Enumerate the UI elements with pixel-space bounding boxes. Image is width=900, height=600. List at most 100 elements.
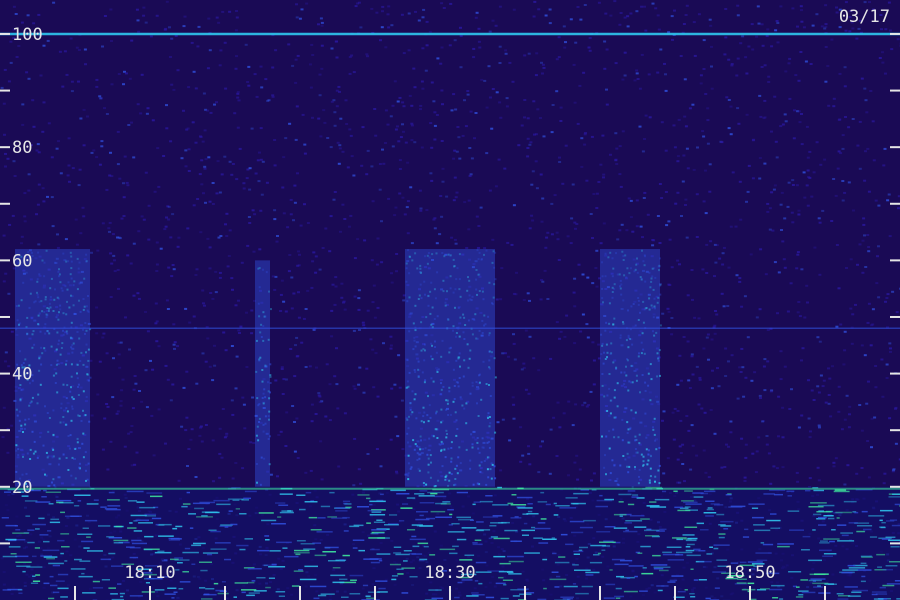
noise-speck (508, 439, 512, 442)
noise-speck (790, 388, 793, 391)
noise-speck (469, 110, 473, 113)
noise-speck (800, 414, 804, 417)
low-band-streak (119, 592, 125, 595)
noise-speck (841, 180, 845, 182)
band-speck (414, 371, 417, 373)
low-band-streak (812, 582, 829, 585)
noise-speck (124, 316, 127, 319)
noise-speck (824, 401, 828, 404)
low-band-streak (268, 577, 275, 579)
low-band-streak (77, 500, 82, 502)
noise-speck (772, 465, 776, 468)
noise-speck (335, 40, 338, 43)
low-band-streak (677, 509, 691, 512)
band-speck (453, 265, 455, 268)
noise-speck (882, 482, 886, 485)
noise-speck (683, 115, 687, 118)
noise-speck (50, 196, 54, 199)
noise-speck (370, 7, 374, 10)
noise-speck (830, 38, 834, 41)
band-speck (414, 345, 417, 348)
noise-speck (536, 108, 540, 111)
noise-speck (858, 167, 862, 170)
noise-speck (800, 143, 804, 146)
noise-speck (532, 357, 536, 360)
noise-speck (618, 145, 622, 148)
noise-speck (821, 209, 825, 212)
noise-speck (208, 365, 212, 368)
noise-speck (432, 100, 436, 103)
band-speck (70, 260, 73, 263)
band-speck (17, 454, 20, 457)
noise-speck (800, 9, 803, 12)
noise-speck (375, 11, 379, 14)
band-speck (493, 357, 496, 360)
noise-speck (780, 191, 784, 194)
band-speck (62, 421, 65, 424)
noise-speck (2, 234, 6, 237)
noise-speck (843, 349, 847, 352)
band-speck (654, 276, 657, 279)
noise-speck (362, 324, 366, 327)
low-band-streak (136, 501, 145, 503)
band-speck (452, 400, 455, 403)
noise-speck (441, 180, 445, 183)
noise-speck (81, 206, 85, 209)
noise-speck (274, 49, 278, 52)
noise-speck (21, 123, 25, 126)
noise-speck (340, 296, 344, 299)
noise-speck (251, 209, 255, 212)
noise-speck (790, 211, 794, 214)
low-band-streak (876, 553, 886, 556)
band-speck (439, 393, 442, 396)
noise-speck (396, 435, 400, 438)
noise-speck (690, 424, 694, 427)
low-band-streak (129, 547, 141, 549)
noise-speck (260, 86, 264, 89)
band-speck (488, 281, 491, 284)
band-speck (419, 435, 422, 438)
band-speck (26, 452, 29, 455)
band-speck (60, 287, 63, 290)
noise-speck (670, 266, 674, 269)
noise-speck (291, 405, 295, 407)
noise-speck (526, 292, 530, 295)
noise-speck (289, 198, 293, 201)
noise-speck (851, 27, 855, 30)
noise-speck (741, 366, 745, 369)
noise-speck (424, 69, 428, 72)
band-speck (631, 343, 634, 346)
noise-speck (791, 179, 795, 182)
noise-speck (682, 336, 686, 338)
noise-speck (851, 118, 855, 120)
low-band-streak (836, 517, 840, 519)
band-speck (18, 323, 20, 326)
band-speck (260, 323, 263, 326)
low-band-streak (402, 503, 409, 505)
noise-speck (863, 234, 866, 237)
low-band-streak (677, 590, 686, 593)
noise-speck (681, 180, 685, 183)
band-speck (409, 402, 412, 404)
noise-speck (823, 158, 827, 161)
noise-speck (413, 141, 417, 144)
band-speck (414, 443, 417, 446)
noise-speck (667, 283, 671, 286)
low-band-streak (366, 522, 371, 524)
band-speck (414, 304, 417, 307)
noise-speck (433, 124, 437, 127)
noise-speck (98, 163, 102, 166)
low-band-streak (553, 514, 559, 516)
noise-speck (807, 176, 811, 179)
low-band-streak (60, 596, 68, 598)
band-speck (640, 341, 643, 344)
y-tick-label: 100 (12, 25, 43, 45)
low-band-streak (191, 563, 196, 565)
low-band-streak (439, 548, 456, 551)
noise-speck (55, 147, 59, 150)
noise-speck (725, 96, 729, 99)
noise-speck (293, 201, 297, 204)
band-speck (653, 417, 656, 420)
low-band-streak (698, 560, 712, 563)
low-band-streak (47, 530, 52, 532)
